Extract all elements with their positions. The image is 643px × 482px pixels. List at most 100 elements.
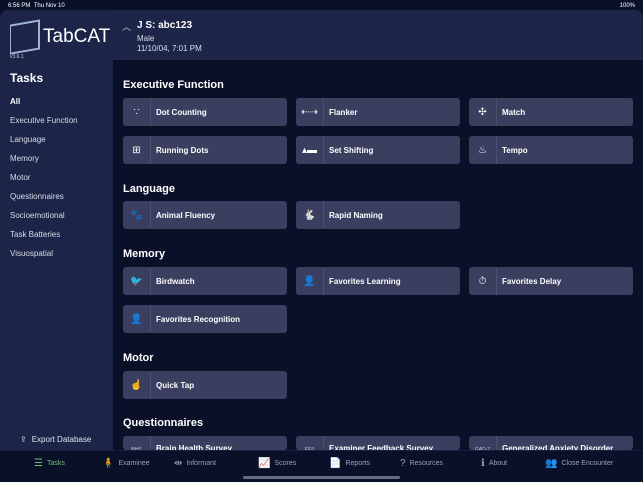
sidebar-title: Tasks (10, 71, 44, 85)
status-date: Thu Nov 10 (33, 3, 65, 9)
status-bar: 6:56 PM Thu Nov 10 100% (0, 0, 643, 10)
task-icon: GAD-7 (469, 436, 497, 450)
task-quick-tap[interactable]: ☝ Quick Tap (123, 371, 287, 399)
tab-reports[interactable]: 📄 Reports (329, 458, 370, 469)
tab-scores[interactable]: 📈 Scores (258, 458, 296, 469)
task-label: Set Shifting (329, 145, 374, 155)
task-label: Quick Tap (156, 380, 195, 390)
sidebar-item-motor[interactable]: Motor (10, 173, 78, 192)
task-icon: ▴▬ (296, 136, 324, 164)
task-brain-health-survey[interactable]: BHS Brain Health Survey (123, 436, 287, 450)
task-dot-counting[interactable]: ∵ Dot Counting (123, 98, 287, 126)
tab-tasks[interactable]: ☰ Tasks (34, 458, 65, 469)
task-label: Favorites Delay (502, 276, 562, 286)
task-icon: 👤 (296, 267, 324, 295)
task-icon: 🐾 (123, 201, 151, 229)
tab-label: Tasks (46, 460, 65, 467)
task-birdwatch[interactable]: 🐦 Birdwatch (123, 267, 287, 295)
about-icon: ℹ (481, 458, 485, 469)
section-title: Executive Function (123, 79, 224, 91)
sidebar-item-task-batteries[interactable]: Task Batteries (10, 230, 78, 249)
sidebar-item-executive-function[interactable]: Executive Function (10, 116, 78, 135)
task-icon: EFS (296, 436, 324, 450)
task-label: Dot Counting (156, 107, 207, 117)
task-favorites-delay[interactable]: ⏱ Favorites Delay (469, 267, 633, 295)
tab-label: Informant (186, 460, 216, 467)
section-title: Memory (123, 248, 166, 260)
section-title: Questionnaires (123, 417, 204, 429)
task-icon: 🐦 (123, 267, 151, 295)
tab-label: Reports (345, 460, 370, 467)
status-time: 6:56 PM (8, 3, 31, 9)
patient-sex: Male (137, 34, 155, 43)
task-icon: BHS (123, 436, 151, 450)
task-favorites-recognition[interactable]: 👤 Favorites Recognition (123, 305, 287, 333)
sidebar-item-memory[interactable]: Memory (10, 154, 78, 173)
task-icon: ⇠⇢ (296, 98, 324, 126)
tab-resources[interactable]: ? Resources (400, 458, 443, 469)
tab-label: About (488, 460, 508, 467)
task-running-dots[interactable]: ⊞ Running Dots (123, 136, 287, 164)
section-title: Motor (123, 352, 154, 364)
share-icon: ⇪ (20, 435, 27, 444)
chevron-up-icon[interactable]: ︿ (122, 20, 131, 33)
close-encounter-icon: 👥 (545, 458, 558, 469)
task-generalized-anxiety-disorder[interactable]: GAD-7 Generalized Anxiety Disorder (469, 436, 633, 450)
task-animal-fluency[interactable]: 🐾 Animal Fluency (123, 201, 287, 229)
sidebar-item-socioemotional[interactable]: Socioemotional (10, 211, 78, 230)
task-icon: ✣ (469, 98, 497, 126)
export-database-button[interactable]: ⇪ Export Database (20, 435, 91, 444)
patient-header[interactable]: ︿ J S: abc123 Male 11/10/04, 7:01 PM (113, 10, 643, 60)
tab-about[interactable]: ℹ About (481, 458, 507, 469)
task-examiner-feedback-survey[interactable]: EFS Examiner Feedback Survey (296, 436, 460, 450)
task-icon: ♨ (469, 136, 497, 164)
task-icon: ∵ (123, 98, 151, 126)
task-favorites-learning[interactable]: 👤 Favorites Learning (296, 267, 460, 295)
task-label: Animal Fluency (156, 210, 216, 220)
tab-informant[interactable]: ⇹ Informant (174, 458, 216, 469)
scores-icon: 📈 (258, 458, 271, 469)
home-indicator (243, 476, 400, 479)
sidebar-item-language[interactable]: Language (10, 135, 78, 154)
task-icon: ⏱ (469, 267, 497, 295)
tab-label: Close Encounter (561, 460, 614, 467)
app-name: TabCAT (43, 26, 111, 47)
task-set-shifting[interactable]: ▴▬ Set Shifting (296, 136, 460, 164)
task-icon: ⊞ (123, 136, 151, 164)
tab-label: Scores (274, 460, 297, 467)
task-label: Match (502, 107, 526, 117)
tab-examinee[interactable]: 🧍 Examinee (102, 458, 150, 469)
task-rapid-naming[interactable]: 🐇 Rapid Naming (296, 201, 460, 229)
task-icon: 🐇 (296, 201, 324, 229)
task-label: Rapid Naming (329, 210, 383, 220)
task-label: Tempo (502, 145, 528, 155)
task-label: Birdwatch (156, 276, 195, 286)
sidebar-item-all[interactable]: All (10, 97, 78, 116)
tab-label: Examinee (118, 460, 150, 467)
section-title: Language (123, 183, 175, 195)
task-match[interactable]: ✣ Match (469, 98, 633, 126)
tab-label: Resources (409, 460, 444, 467)
patient-dob: 11/10/04, 7:01 PM (137, 44, 202, 53)
sidebar: TabCAT v3.6.1 Tasks All Executive Functio… (0, 10, 113, 450)
sidebar-item-visuospatial[interactable]: Visuospatial (10, 249, 78, 268)
resources-icon: ? (400, 458, 406, 469)
task-tempo[interactable]: ♨ Tempo (469, 136, 633, 164)
task-label: Running Dots (156, 145, 209, 155)
task-label: Favorites Recognition (156, 314, 241, 324)
task-label: Favorites Learning (329, 276, 401, 286)
examinee-icon: 🧍 (102, 458, 115, 469)
tab-close-encounter[interactable]: 👥 Close Encounter (545, 458, 613, 469)
task-label: Flanker (329, 107, 358, 117)
task-flanker[interactable]: ⇠⇢ Flanker (296, 98, 460, 126)
export-label: Export Database (31, 435, 92, 444)
app-version: v3.6.1 (10, 54, 24, 60)
sidebar-item-questionnaires[interactable]: Questionnaires (10, 192, 78, 211)
task-icon: 👤 (123, 305, 151, 333)
tasks-icon: ☰ (34, 458, 43, 469)
task-icon: ☝ (123, 371, 151, 399)
reports-icon: 📄 (329, 458, 342, 469)
informant-icon: ⇹ (174, 458, 183, 469)
battery-level: 100% (619, 3, 635, 9)
tabcat-logo: TabCAT (10, 19, 111, 55)
